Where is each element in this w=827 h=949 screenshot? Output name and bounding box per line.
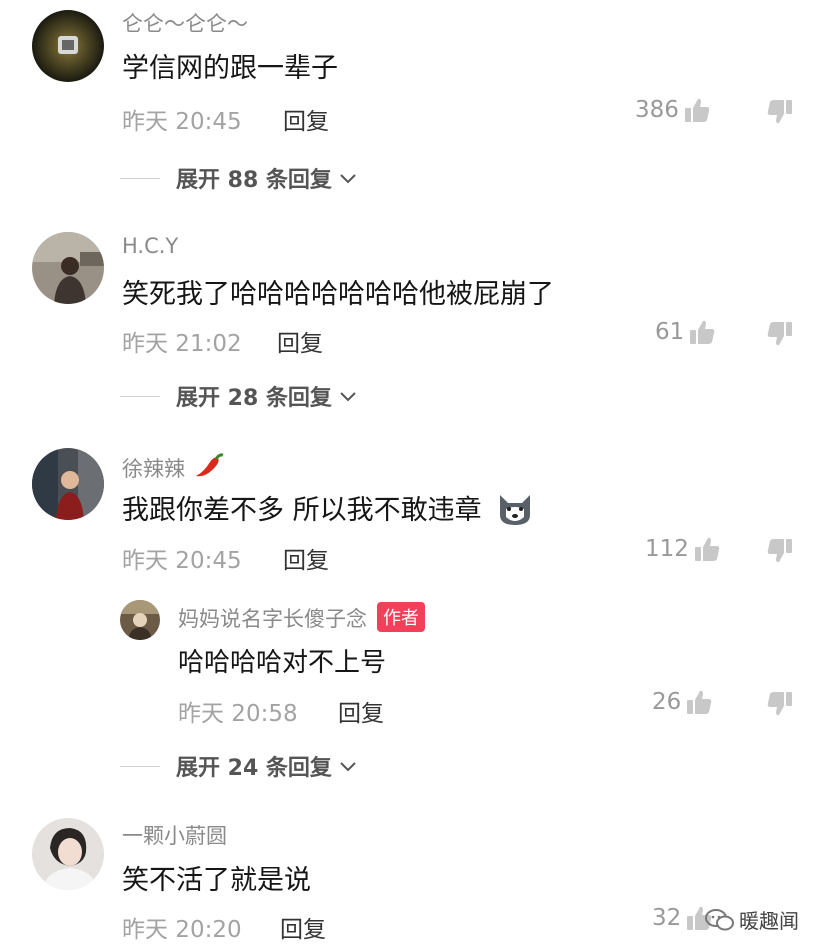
watermark-text: 暖趣闻 (739, 909, 799, 933)
reply-button[interactable]: 回复 (280, 910, 326, 944)
timestamp: 昨天 21:02 (122, 331, 242, 357)
divider (120, 395, 160, 397)
divider (120, 177, 160, 179)
chevron-down-icon (338, 756, 358, 776)
avatar[interactable] (32, 10, 104, 82)
thumb-down-icon[interactable] (766, 98, 794, 126)
like-button[interactable]: 26 (652, 688, 713, 716)
like-count: 386 (635, 97, 679, 123)
like-button[interactable]: 386 (635, 96, 711, 124)
thumb-up-icon (688, 318, 716, 346)
timestamp: 昨天 20:58 (178, 701, 298, 727)
username-text: 徐辣辣 (122, 457, 185, 481)
avatar[interactable] (32, 232, 104, 304)
reply-button[interactable]: 回复 (283, 102, 329, 136)
username[interactable]: 一颗小蔚圆 (122, 820, 227, 850)
comment-text: 哈哈哈哈对不上号 (178, 648, 387, 678)
reply-button[interactable]: 回复 (338, 694, 384, 728)
watermark: 暖趣闻 (705, 905, 799, 934)
chili-pepper-icon (195, 453, 224, 477)
author-badge: 作者 (377, 602, 425, 632)
comment-text: 我跟你差不多 所以我不敢违章 (122, 488, 534, 527)
divider (120, 765, 160, 767)
expand-replies-label: 展开 28 条回复 (176, 386, 332, 411)
thumb-down-icon[interactable] (766, 320, 794, 348)
thumb-down-icon[interactable] (766, 537, 794, 565)
reply-button[interactable]: 回复 (277, 324, 323, 358)
like-button[interactable]: 112 (645, 535, 721, 563)
thumb-down-icon[interactable] (766, 690, 794, 718)
thumb-up-icon (685, 688, 713, 716)
expand-replies-button[interactable]: 展开 88 条回复 (120, 162, 358, 194)
expand-replies-button[interactable]: 展开 28 条回复 (120, 380, 358, 412)
timestamp: 昨天 20:45 (122, 109, 242, 135)
username-text: 妈妈说名字长傻子念 (178, 607, 367, 631)
avatar[interactable] (32, 818, 104, 890)
expand-replies-label: 展开 24 条回复 (176, 756, 332, 781)
username[interactable]: H.C.Y (122, 234, 178, 258)
reply-button[interactable]: 回复 (283, 541, 329, 575)
chevron-down-icon (338, 168, 358, 188)
username[interactable]: 妈妈说名字长傻子念 作者 (178, 602, 425, 633)
comment-text: 学信网的跟一辈子 (122, 53, 338, 84)
timestamp: 昨天 20:45 (122, 548, 242, 574)
comment-text-content: 我跟你差不多 所以我不敢违章 (122, 495, 482, 526)
comment-text: 笑死我了哈哈哈哈哈哈哈他被屁崩了 (122, 279, 554, 310)
expand-replies-label: 展开 88 条回复 (176, 168, 332, 193)
avatar[interactable] (120, 600, 160, 640)
like-count: 112 (645, 536, 689, 562)
expand-replies-button[interactable]: 展开 24 条回复 (120, 750, 358, 782)
thumb-up-icon (683, 96, 711, 124)
like-count: 61 (655, 319, 685, 345)
timestamp: 昨天 20:20 (122, 917, 242, 943)
comment-text: 笑不活了就是说 (122, 865, 311, 896)
chevron-down-icon (338, 386, 358, 406)
avatar[interactable] (32, 448, 104, 520)
like-button[interactable]: 61 (655, 318, 716, 346)
username[interactable]: 徐辣辣 (122, 452, 226, 483)
husky-dog-icon (500, 495, 531, 525)
like-count: 32 (652, 905, 682, 931)
thumb-up-icon (693, 535, 721, 563)
username[interactable]: 仑仑～仑仑～ (122, 8, 248, 38)
like-count: 26 (652, 689, 682, 715)
wechat-icon (705, 908, 734, 930)
